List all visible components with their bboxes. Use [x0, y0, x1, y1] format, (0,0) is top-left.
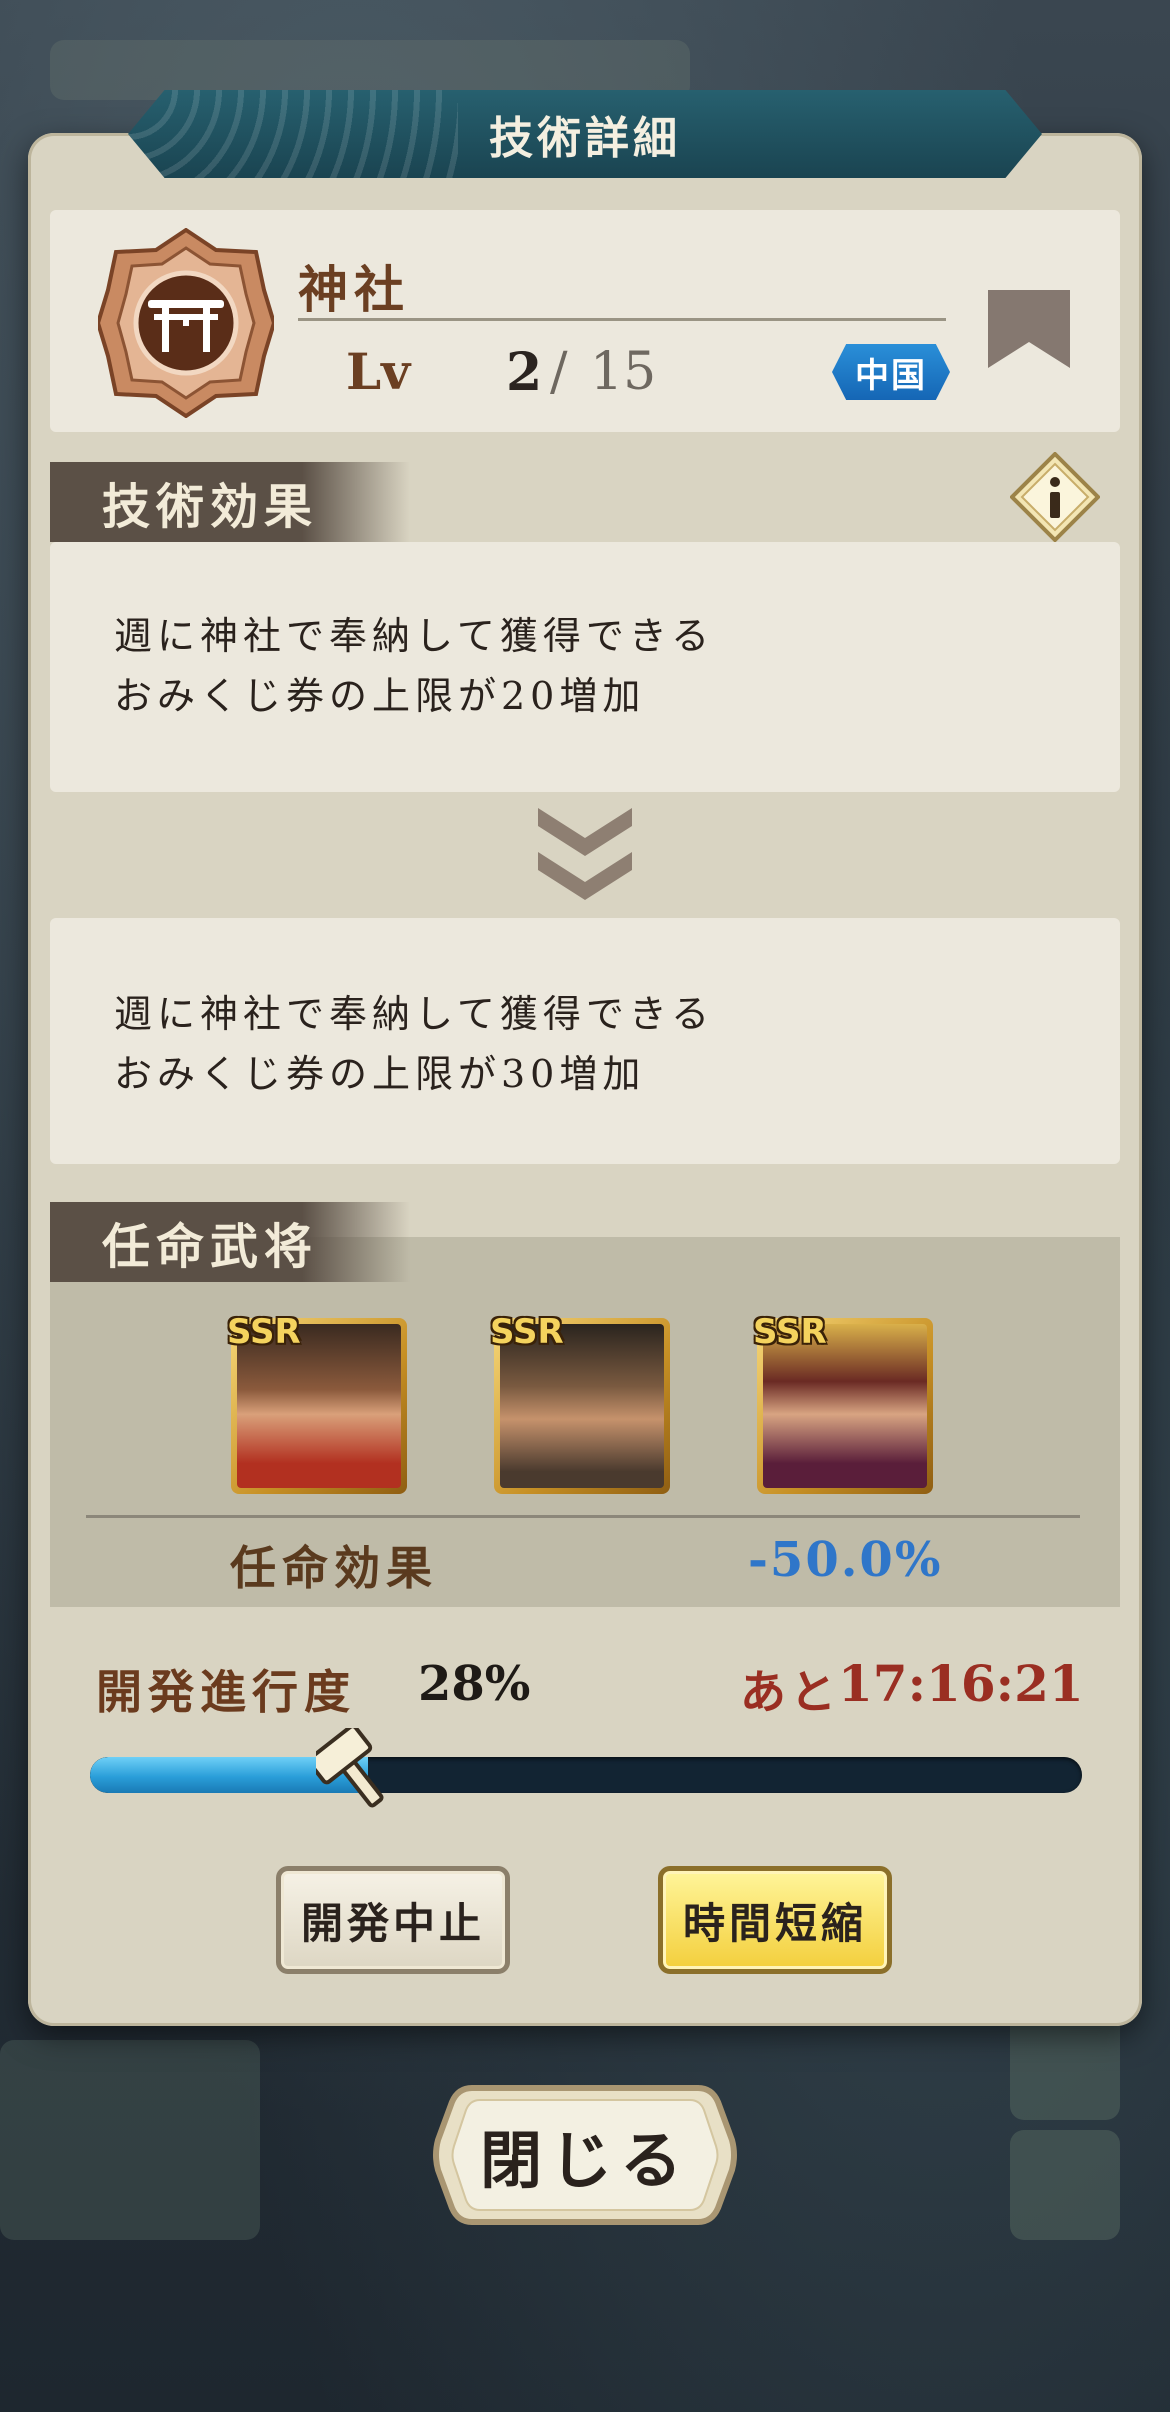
effect-section-label: 技術効果 [50, 462, 410, 542]
rarity-badge: SSR [753, 1312, 827, 1352]
region-badge: 中国 [832, 344, 950, 400]
next-effect-line2: おみくじ券の上限が30増加 [114, 1052, 646, 1096]
chevron-down-icon [538, 808, 632, 900]
remaining-time: 17:16:21 [838, 1654, 1084, 1713]
level-current: 2 [506, 342, 543, 403]
appoint-effect-value: -50.0% [748, 1532, 943, 1588]
officer-section-label: 任命武将 [50, 1202, 410, 1282]
appoint-effect-label: 任命効果 [230, 1541, 438, 1595]
current-effect-line2: おみくじ券の上限が20増加 [114, 674, 646, 718]
officer-divider [86, 1515, 1080, 1518]
stop-development-button[interactable]: 開発中止 [276, 1866, 510, 1974]
level-separator: / [550, 342, 568, 402]
current-effect-box: 週に神社で奉納して獲得できる おみくじ券の上限が20増加 [50, 542, 1120, 792]
tech-name: 神社 [298, 260, 410, 319]
tech-header-card: 神社 Lv 2 / 15 中国 [50, 210, 1120, 432]
shorten-time-button[interactable]: 時間短縮 [658, 1866, 892, 1974]
officer-card-1[interactable]: SSR [227, 1312, 407, 1494]
officer-card-2[interactable]: SSR [490, 1312, 670, 1494]
name-divider [298, 318, 946, 321]
progress-value: 28% [418, 1656, 531, 1712]
progress-label: 開発進行度 [96, 1665, 356, 1719]
rarity-badge: SSR [227, 1312, 301, 1352]
close-button[interactable]: 閉じる [432, 2080, 738, 2230]
remaining-prefix: あと [740, 1665, 840, 1719]
level-max: 15 [590, 342, 657, 402]
info-icon[interactable] [1010, 452, 1100, 542]
dialog-title: 技術詳細 [489, 113, 681, 164]
torii-icon [98, 228, 274, 418]
progress-bar [90, 1757, 1082, 1793]
officer-card-3[interactable]: SSR [753, 1312, 933, 1494]
level-label: Lv [346, 342, 411, 401]
dialog-title-bar: 技術詳細 [128, 90, 1042, 178]
next-effect-box: 週に神社で奉納して獲得できる おみくじ券の上限が30増加 [50, 918, 1120, 1164]
hammer-icon [316, 1728, 384, 1808]
current-effect-line1: 週に神社で奉納して獲得できる [114, 614, 715, 658]
rarity-badge: SSR [490, 1312, 564, 1352]
bookmark-icon[interactable] [988, 290, 1070, 368]
next-effect-line1: 週に神社で奉納して獲得できる [114, 992, 715, 1036]
